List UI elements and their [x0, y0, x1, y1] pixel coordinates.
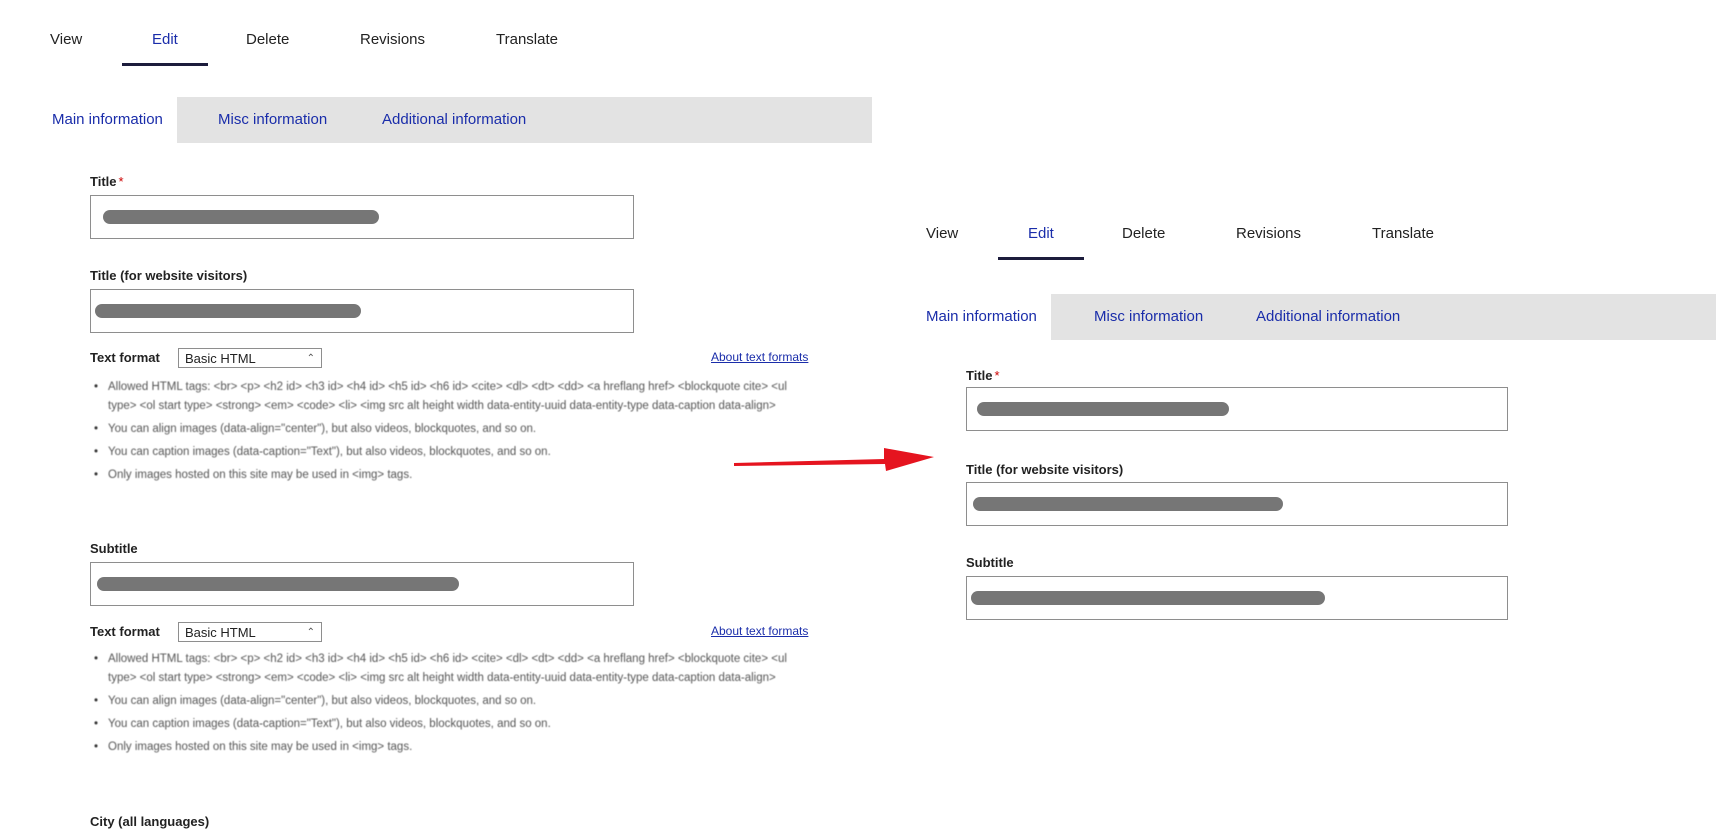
tip-item: Allowed HTML tags: <br> <p> <h2 id> <h3 …	[90, 378, 816, 416]
visitor-title-label: Title (for website visitors)	[966, 462, 1124, 477]
chevron-down-icon: ⌃	[306, 627, 315, 638]
tip-item: You can align images (data-align="center…	[90, 420, 816, 439]
tab-misc-information[interactable]: Misc information	[218, 97, 327, 143]
text-format-label: Text format	[90, 624, 160, 639]
text-format-tips: Allowed HTML tags: <br> <p> <h2 id> <h3 …	[90, 650, 816, 761]
redacted-value	[97, 577, 459, 591]
tab-delete[interactable]: Delete	[246, 30, 289, 66]
tip-item: Allowed HTML tags: <br> <p> <h2 id> <h3 …	[90, 650, 816, 688]
after-screenshot-panel: View Edit Delete Revisions Translate Mai…	[900, 190, 1716, 650]
secondary-tabs: Main information Misc information Additi…	[914, 294, 1716, 340]
required-mark: *	[118, 174, 124, 189]
tip-item: You can caption images (data-caption="Te…	[90, 715, 816, 734]
subtitle-input[interactable]	[966, 576, 1508, 620]
title-input[interactable]	[90, 195, 634, 239]
text-format-value: Basic HTML	[185, 625, 256, 640]
text-format-select[interactable]: Basic HTML ⌃	[178, 348, 322, 368]
visitor-title-input[interactable]	[90, 289, 634, 333]
tab-view[interactable]: View	[50, 30, 82, 66]
title-label: Title *	[966, 368, 1000, 383]
redacted-value	[973, 497, 1283, 511]
title-input[interactable]	[966, 387, 1508, 431]
visitor-title-label: Title (for website visitors)	[90, 268, 248, 283]
tip-item: Only images hosted on this site may be u…	[90, 738, 816, 757]
tab-main-information[interactable]: Main information	[914, 294, 1051, 340]
city-label: City (all languages)	[90, 814, 210, 829]
redacted-value	[95, 304, 361, 318]
tip-item: Only images hosted on this site may be u…	[90, 466, 816, 485]
text-format-label: Text format	[90, 350, 160, 365]
text-format-row: Text format Basic HTML ⌃ About text form…	[90, 348, 816, 368]
about-text-formats-link[interactable]: About text formats	[711, 624, 808, 638]
before-screenshot-panel: View Edit Delete Revisions Translate Mai…	[0, 0, 880, 834]
text-format-row: Text format Basic HTML ⌃ About text form…	[90, 622, 816, 642]
tip-item: You can align images (data-align="center…	[90, 692, 816, 711]
redacted-value	[977, 402, 1229, 416]
text-format-tips: Allowed HTML tags: <br> <p> <h2 id> <h3 …	[90, 378, 816, 489]
subtitle-input[interactable]	[90, 562, 634, 606]
tab-edit[interactable]: Edit	[998, 224, 1084, 260]
tab-additional-information[interactable]: Additional information	[382, 97, 526, 143]
subtitle-label: Subtitle	[90, 541, 138, 556]
tab-additional-information[interactable]: Additional information	[1256, 294, 1400, 340]
required-mark: *	[994, 368, 1000, 383]
tip-item: You can caption images (data-caption="Te…	[90, 443, 816, 462]
title-label-text: Title	[966, 368, 993, 383]
title-label-text: Title	[90, 174, 117, 189]
tab-revisions[interactable]: Revisions	[1236, 224, 1301, 260]
title-label: Title *	[90, 174, 124, 189]
tab-main-information[interactable]: Main information	[40, 97, 177, 143]
tab-translate[interactable]: Translate	[1372, 224, 1434, 260]
chevron-down-icon: ⌃	[306, 353, 315, 364]
secondary-tabs: Main information Misc information Additi…	[40, 97, 872, 143]
subtitle-label: Subtitle	[966, 555, 1014, 570]
about-text-formats-link[interactable]: About text formats	[711, 350, 808, 364]
tab-view[interactable]: View	[926, 224, 958, 260]
tab-misc-information[interactable]: Misc information	[1094, 294, 1203, 340]
tab-delete[interactable]: Delete	[1122, 224, 1165, 260]
redacted-value	[103, 210, 379, 224]
text-format-value: Basic HTML	[185, 351, 256, 366]
tab-translate[interactable]: Translate	[496, 30, 558, 66]
tab-revisions[interactable]: Revisions	[360, 30, 425, 66]
redacted-value	[971, 591, 1325, 605]
visitor-title-input[interactable]	[966, 482, 1508, 526]
tab-edit[interactable]: Edit	[122, 30, 208, 66]
text-format-select[interactable]: Basic HTML ⌃	[178, 622, 322, 642]
